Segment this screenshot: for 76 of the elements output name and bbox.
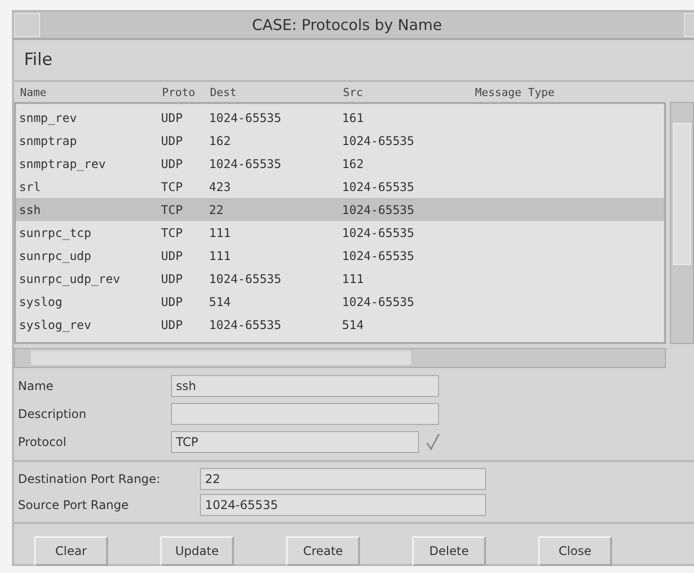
- table-cell-text: sunrpc_udp_rev: [19, 272, 122, 286]
- list-row[interactable]: ssh TCP 22 1024-65535: [16, 198, 664, 221]
- column-header: Src: [343, 86, 364, 98]
- horizontal-scrollbar[interactable]: [14, 348, 666, 368]
- table-cell-text: syslog: [19, 294, 64, 308]
- list-row[interactable]: sunrpc_tcp TCP 111 1024-65535: [16, 221, 664, 244]
- table-cell-text: UDP: [161, 318, 184, 332]
- table-cell-text: UDP: [161, 272, 184, 286]
- option-indicator-icon: [425, 433, 441, 451]
- action-button[interactable]: Close: [538, 536, 612, 566]
- table-cell-text: 111: [209, 248, 232, 262]
- table-cell-text: 514: [209, 294, 232, 308]
- table-cell-text: 1024-65535: [209, 156, 282, 170]
- table-cell-text: 22: [209, 202, 224, 216]
- list-row[interactable]: srl TCP 423 1024-65535: [16, 175, 664, 198]
- action-button[interactable]: Delete: [412, 536, 486, 566]
- table-cell-text: 1024-65535: [342, 294, 416, 308]
- action-button[interactable]: Clear: [34, 536, 108, 566]
- menu-item[interactable]: File: [20, 50, 56, 70]
- column-header: Proto: [162, 86, 196, 98]
- list-row[interactable]: snmptrap UDP 162 1024-65535: [16, 129, 664, 152]
- table-cell-text: snmptrap: [19, 134, 78, 148]
- table-cell-text: srl: [19, 180, 42, 194]
- table-cell-text: 1024-65535: [209, 272, 282, 286]
- table-cell-text: 162: [209, 134, 232, 148]
- table-cell-text: 1024-65535: [209, 110, 282, 124]
- input-field[interactable]: 1024-65535: [200, 494, 486, 516]
- table-cell-text: UDP: [161, 294, 184, 308]
- table-cell-text: 111: [209, 226, 232, 240]
- table-cell-text: snmptrap_rev: [19, 156, 107, 170]
- table-cell-text: sunrpc_tcp: [19, 226, 92, 240]
- column-header: Message Type: [475, 86, 556, 98]
- table-cell-text: 162: [342, 156, 365, 170]
- table-cell-text: TCP: [161, 226, 184, 240]
- field-label: Destination Port Range:: [18, 472, 162, 486]
- input-field[interactable]: ssh: [171, 375, 439, 397]
- table-cell-text: sunrpc_udp: [19, 248, 92, 262]
- table-cell-text: UDP: [161, 110, 184, 124]
- list-row[interactable]: syslog UDP 514 1024-65535: [16, 290, 664, 313]
- field-label: Source Port Range: [18, 498, 130, 512]
- table-cell-text: 111: [342, 272, 365, 286]
- table-cell-text: 1024-65535: [342, 226, 416, 240]
- table-cell-text: 1024-65535: [342, 248, 416, 262]
- table-cell-text: UDP: [161, 156, 184, 170]
- option-menu[interactable]: TCP: [171, 431, 419, 453]
- table-cell-text: 514: [342, 318, 365, 332]
- table-cell-text: 1024-65535: [342, 180, 416, 194]
- input-field[interactable]: [171, 403, 439, 425]
- table-cell-text: 1024-65535: [342, 202, 416, 216]
- table-cell-text: UDP: [161, 248, 184, 262]
- list-row[interactable]: snmptrap_rev UDP 1024-65535 162: [16, 152, 664, 175]
- table-cell-text: 161: [342, 110, 365, 124]
- column-header: Dest: [210, 86, 238, 98]
- table-cell-text: UDP: [161, 134, 184, 148]
- list-row[interactable]: sunrpc_udp UDP 111 1024-65535: [16, 244, 664, 267]
- action-button[interactable]: Update: [160, 536, 234, 566]
- input-field[interactable]: 22: [200, 468, 486, 490]
- action-button[interactable]: Create: [286, 536, 360, 566]
- vertical-scrollbar[interactable]: [670, 102, 694, 344]
- column-header: Name: [20, 86, 48, 98]
- table-cell-text: 1024-65535: [209, 318, 282, 332]
- list-row[interactable]: sunrpc_udp_rev UDP 1024-65535 111: [16, 267, 664, 290]
- list-row[interactable]: syslog_rev UDP 1024-65535 514: [16, 313, 664, 336]
- window-menu-button[interactable]: [14, 13, 40, 37]
- table-cell-text: syslog_rev: [19, 318, 92, 332]
- table-cell-text: ssh: [19, 202, 42, 216]
- field-label: Name: [18, 379, 54, 393]
- list-row[interactable]: snmp_rev UDP 1024-65535 161: [16, 106, 664, 129]
- table-cell-text: snmp_rev: [19, 110, 78, 124]
- table-cell-text: 423: [209, 180, 232, 194]
- field-label: Protocol: [18, 435, 68, 449]
- window-title: CASE: Protocols by Name: [250, 16, 443, 34]
- field-label: Description: [18, 407, 88, 421]
- table-cell-text: TCP: [161, 180, 184, 194]
- table-cell-text: 1024-65535: [342, 134, 416, 148]
- table-cell-text: TCP: [161, 202, 184, 216]
